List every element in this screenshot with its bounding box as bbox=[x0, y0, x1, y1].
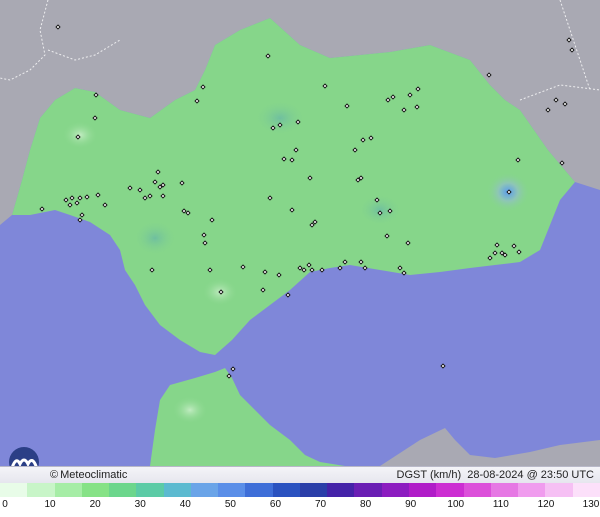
info-bar: © Meteoclimatic DGST (km/h) 28-08-2024 @ … bbox=[0, 466, 600, 483]
legend-tick-label: 10 bbox=[44, 499, 56, 510]
legend-tick-label: 0 bbox=[2, 499, 8, 510]
legend-color-swatch bbox=[272, 483, 300, 497]
legend-ticks: 0 10 20 30 40 50 60 70 80 90 100 110 120 130 bbox=[0, 497, 600, 517]
legend-color-swatch bbox=[81, 483, 110, 497]
legend-colorbar bbox=[0, 483, 600, 497]
copyright-symbol: © bbox=[50, 469, 59, 481]
legend-tick-label: 120 bbox=[537, 499, 555, 510]
legend-color-swatch bbox=[218, 483, 246, 497]
legend-color-swatch bbox=[381, 483, 409, 497]
legend-color-swatch bbox=[572, 483, 600, 497]
legend-tick-label: 50 bbox=[224, 499, 236, 510]
legend-color-swatch bbox=[109, 483, 137, 497]
wind-gust-map bbox=[0, 0, 600, 466]
legend-color-swatch bbox=[245, 483, 273, 497]
legend-color-swatch bbox=[545, 483, 573, 497]
legend-tick-label: 80 bbox=[360, 499, 372, 510]
legend-color-swatch bbox=[408, 483, 437, 497]
legend-tick-label: 20 bbox=[89, 499, 101, 510]
legend-color-swatch bbox=[354, 483, 382, 497]
legend-color-swatch bbox=[54, 483, 82, 497]
datetime-label: 28-08-2024 @ 23:50 UTC bbox=[467, 469, 594, 481]
legend-tick-label: 30 bbox=[134, 499, 146, 510]
legend-color-swatch bbox=[490, 483, 519, 497]
product-label: DGST (km/h) 28-08-2024 @ 23:50 UTC bbox=[397, 467, 594, 483]
legend-color-swatch bbox=[327, 483, 355, 497]
legend-color-swatch bbox=[163, 483, 191, 497]
legend-tick-label: 60 bbox=[269, 499, 282, 510]
brand: © Meteoclimatic bbox=[50, 467, 127, 483]
legend-tick-label: 90 bbox=[405, 499, 417, 510]
legend-tick-label: 100 bbox=[447, 499, 465, 510]
brand-name: Meteoclimatic bbox=[60, 469, 128, 481]
legend-tick-label: 40 bbox=[179, 499, 191, 510]
variable-label: DGST (km/h) bbox=[396, 469, 462, 481]
legend-color-swatch bbox=[436, 483, 464, 497]
legend-tick-label: 130 bbox=[582, 499, 600, 510]
legend-tick-label: 70 bbox=[314, 499, 327, 510]
legend-color-swatch bbox=[136, 483, 164, 497]
legend-tick-label: 110 bbox=[492, 499, 509, 510]
legend-color-swatch bbox=[0, 483, 28, 497]
legend-color-swatch bbox=[27, 483, 55, 497]
legend-color-swatch bbox=[299, 483, 328, 497]
legend-color-swatch bbox=[190, 483, 219, 497]
legend-color-swatch bbox=[518, 483, 546, 497]
legend-color-swatch bbox=[463, 483, 491, 497]
